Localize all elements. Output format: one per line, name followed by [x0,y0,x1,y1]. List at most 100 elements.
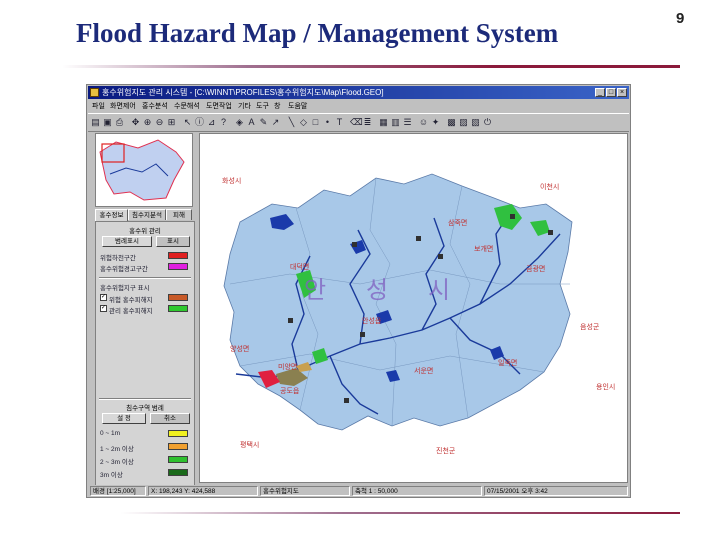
layer-icon[interactable]: ◈ [234,117,245,128]
tool-a-icon[interactable]: ▩ [446,117,457,128]
app-icon[interactable] [90,88,99,97]
map-label-gongdo: 공도읍 [280,388,300,395]
select-icon[interactable]: ↖ [182,117,193,128]
map-label-yongin: 용인시 [596,384,616,391]
depth-class-2-swatch[interactable] [168,443,188,450]
danger-damage-checkbox[interactable]: ✓ [100,294,107,301]
map-view[interactable]: 안 성 시 화성시 이천시 용인시 평택시 진천군 음성군 양성면 대덕면 미양… [199,133,628,483]
point-icon[interactable]: • [322,117,333,128]
map-label-pyeongtaek: 평택시 [240,442,260,449]
menu-view[interactable]: 화면제어 [110,101,136,111]
map-label-icheon: 이천시 [540,184,560,191]
managed-damage-swatch [168,305,188,312]
menu-drawing[interactable]: 도면작업 [206,101,232,111]
zoom-in-icon[interactable]: ⊕ [142,117,153,128]
map-label-daedeok: 대덕면 [290,264,310,271]
depth-class-4-label: 3m 이상 [100,472,123,479]
map-label-yangseong: 양성면 [230,346,250,353]
query-icon[interactable]: ? [218,117,229,128]
depth-class-1-swatch[interactable] [168,430,188,437]
report-icon[interactable]: ☰ [402,117,413,128]
section-heading-inundation: 침수구역 범례 [126,405,164,412]
status-datetime: 07/15/2001 오후 3:42 [484,486,628,496]
side-panel: 홍수정보 침수지분석 피해 홍수위 관리 범례표시 표시 위험하천구간 홍수위험… [92,133,196,489]
panel-tabs: 홍수정보 침수지분석 피해 [95,209,195,221]
menu-etc[interactable]: 기타 [238,101,251,111]
map-label-samjuk: 삼죽면 [448,220,468,227]
panel-body: 홍수위 관리 범례표시 표시 위험하천구간 홍수위험경고구간 홍수위험지구 표시… [95,221,195,489]
menu-hydrology[interactable]: 수문해석 [174,101,200,111]
map-label-hwaseong: 화성시 [222,178,242,185]
tab-inundation[interactable]: 침수지분석 [128,209,166,220]
map-label-geumgwang: 금광면 [526,266,546,273]
map-label-anseong: 안성읍 [362,318,382,325]
menu-bar: 파일 화면제어 홍수분석 수문해석 도면작업 기타 도구 창 도움말 [88,100,629,112]
menu-help[interactable]: 도움말 [288,101,307,111]
menu-window[interactable]: 창 [274,101,280,111]
depth-class-1-label: 0 ~ 1m [100,430,121,437]
table-icon[interactable]: ▦ [378,117,389,128]
depth-class-2-label: 1 ~ 2m 이상 [100,446,134,453]
tool-b-icon[interactable]: ▨ [458,117,469,128]
depth-class-3-swatch[interactable] [168,456,188,463]
arrow-icon[interactable]: ↗ [270,117,281,128]
region-name-char-3: 시 [428,276,450,304]
tool-c-icon[interactable]: ▧ [470,117,481,128]
display-button[interactable]: 표시 [156,236,190,247]
map-label-seoun: 서운면 [414,368,434,375]
polygon-icon[interactable]: ◇ [298,117,309,128]
pan-icon[interactable]: ✥ [130,117,141,128]
warning-section-swatch[interactable] [168,263,188,270]
slide-title: Flood Hazard Map / Management System [76,18,559,48]
identify-icon[interactable]: ⓘ [194,117,205,128]
cancel-button[interactable]: 취소 [150,413,190,424]
menu-flood-analysis[interactable]: 홍수분석 [142,101,168,111]
map-graphic: 안 성 시 [223,173,573,431]
tab-flood-info[interactable]: 홍수정보 [95,209,128,221]
tab-damage[interactable]: 피해 [166,209,192,220]
map-label-iljuk: 일죽면 [498,360,518,367]
overview-map-graphic [99,139,185,201]
map-label-bogae: 보개면 [474,246,494,253]
map-label-jincheon: 진천군 [436,448,456,455]
exit-icon[interactable]: ⏻ [482,117,493,128]
rect-icon[interactable]: □ [310,117,321,128]
save-icon[interactable]: ▣ [102,117,113,128]
measure-icon[interactable]: ⊿ [206,117,217,128]
chart-icon[interactable]: ▥ [390,117,401,128]
danger-river-swatch[interactable] [168,252,188,259]
depth-class-3-label: 2 ~ 3m 이상 [100,459,134,466]
menu-tools[interactable]: 도구 [256,101,269,111]
menu-file[interactable]: 파일 [92,101,105,111]
minimize-button[interactable]: _ [595,88,605,97]
erase-icon[interactable]: ⌫ [350,117,363,128]
maximize-button[interactable]: □ [606,88,616,97]
pin-icon[interactable]: ✦ [430,117,441,128]
open-file-icon[interactable]: ▤ [90,117,101,128]
warning-section-label: 홍수위험경고구간 [100,266,148,273]
hazard-display-heading: 홍수위험지구 표시 [100,285,150,292]
region-boundary [223,173,573,431]
window-titlebar[interactable]: 홍수위험지도 관리 시스템 - [C:\WINNT\PROFILES\홍수위험지… [88,86,629,99]
edit-icon[interactable]: ✎ [258,117,269,128]
legend-display-button[interactable]: 범례표시 [102,236,152,247]
full-extent-icon[interactable]: ⊞ [166,117,177,128]
window-title: 홍수위험지도 관리 시스템 - [C:\WINNT\PROFILES\홍수위험지… [102,88,384,97]
depth-class-4-swatch[interactable] [168,469,188,476]
help-icon[interactable]: ☺ [418,117,429,128]
overview-map[interactable] [95,133,193,207]
managed-damage-checkbox[interactable]: ✓ [100,305,107,312]
label-icon[interactable]: A [246,117,257,128]
danger-damage-swatch [168,294,188,301]
close-button[interactable]: × [617,88,627,97]
line-icon[interactable]: ╲ [286,117,297,128]
section-divider-2 [99,398,191,400]
print-icon[interactable]: ⎙ [114,117,125,128]
text-icon[interactable]: T [334,117,345,128]
toolbar: ▤ ▣ ⎙ ✥ ⊕ ⊖ ⊞ ↖ ⓘ ⊿ ? ◈ A ✎ ↗ ╲ ◇ □ • T … [88,113,629,132]
zoom-out-icon[interactable]: ⊖ [154,117,165,128]
map-label-eumseong: 음성군 [580,324,600,331]
legend-icon[interactable]: ≣ [362,117,373,128]
region-name-char-2: 성 [366,276,388,304]
settings-button[interactable]: 설 정 [102,413,146,424]
